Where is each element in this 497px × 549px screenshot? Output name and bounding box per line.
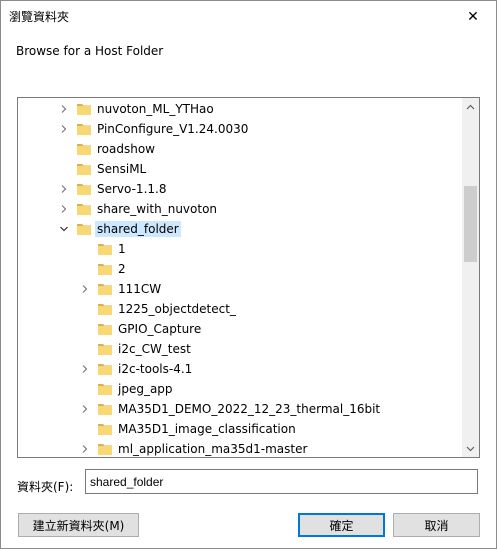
- expander-collapsed-icon[interactable]: [58, 103, 70, 115]
- folder-icon: [76, 101, 92, 117]
- new-folder-button-label: 建立新資料夾(M): [32, 518, 125, 533]
- folder-icon: [76, 201, 92, 217]
- tree-item-label: shared_folder: [95, 221, 181, 237]
- close-icon: ✕: [467, 8, 479, 25]
- folder-field-label: 資料夾(F):: [17, 480, 74, 494]
- folder-icon: [97, 281, 113, 297]
- tree-item-label: ml_application_ma35d1-master: [118, 442, 308, 456]
- tree-item[interactable]: 1225_objectdetect_: [18, 299, 461, 319]
- tree-item[interactable]: share_with_nuvoton: [18, 199, 461, 219]
- vertical-scrollbar[interactable]: [462, 98, 479, 457]
- dialog-prompt: Browse for a Host Folder: [16, 44, 164, 58]
- tree-item-label: Servo-1.1.8: [97, 182, 167, 196]
- tree-item-label: MA35D1_DEMO_2022_12_23_thermal_16bit: [118, 402, 381, 416]
- tree-item[interactable]: MA35D1_image_classification: [18, 419, 461, 439]
- tree-item[interactable]: jpeg_app: [18, 379, 461, 399]
- folder-icon: [97, 301, 113, 317]
- tree-item-label: i2c_CW_test: [118, 342, 191, 356]
- tree-item[interactable]: SensiML: [18, 159, 461, 179]
- tree-item-label: SensiML: [97, 162, 147, 176]
- folder-icon: [76, 221, 92, 237]
- tree-item-label: 111CW: [118, 282, 162, 296]
- tree-item[interactable]: i2c-tools-4.1: [18, 359, 461, 379]
- tree-item[interactable]: roadshow: [18, 139, 461, 159]
- window-title: 瀏覽資料夾: [9, 10, 70, 24]
- tree-item-label: 2: [118, 262, 126, 276]
- title-bar[interactable]: 瀏覽資料夾 ✕: [1, 1, 496, 32]
- tree-item[interactable]: ml_application_ma35d1-master: [18, 439, 461, 457]
- folder-name-input[interactable]: [85, 469, 478, 494]
- cancel-button-label: 取消: [424, 518, 449, 533]
- folder-icon: [97, 321, 113, 337]
- tree-item-label: GPIO_Capture: [118, 322, 202, 336]
- expander-collapsed-icon[interactable]: [58, 203, 70, 215]
- ok-button[interactable]: 確定: [298, 513, 385, 537]
- folder-icon: [97, 381, 113, 397]
- tree-item-label: 1225_objectdetect_: [118, 302, 236, 316]
- tree-item-label: MA35D1_image_classification: [118, 422, 296, 436]
- expander-collapsed-icon[interactable]: [79, 403, 91, 415]
- folder-icon: [76, 121, 92, 137]
- tree-item[interactable]: GPIO_Capture: [18, 319, 461, 339]
- scroll-up-arrow[interactable]: [462, 98, 479, 115]
- tree-item-label: nuvoton_ML_YTHao: [97, 102, 214, 116]
- tree-item-label: PinConfigure_V1.24.0030: [97, 122, 249, 136]
- chevron-down-icon: [466, 446, 475, 451]
- tree-item-label: jpeg_app: [118, 382, 173, 396]
- tree-item[interactable]: shared_folder: [18, 219, 461, 239]
- browse-folder-dialog: 瀏覽資料夾 ✕ Browse for a Host Folder nuvoton…: [0, 0, 497, 549]
- folder-icon: [97, 341, 113, 357]
- tree-item-label: roadshow: [97, 142, 155, 156]
- tree-item[interactable]: 111CW: [18, 279, 461, 299]
- expander-collapsed-icon[interactable]: [58, 183, 70, 195]
- expander-collapsed-icon[interactable]: [79, 443, 91, 455]
- tree-item[interactable]: 2: [18, 259, 461, 279]
- close-button[interactable]: ✕: [450, 1, 496, 32]
- tree-item-label: 1: [118, 242, 126, 256]
- tree-item-label: i2c-tools-4.1: [118, 362, 193, 376]
- scroll-down-arrow[interactable]: [462, 440, 479, 457]
- tree-item-label: share_with_nuvoton: [97, 202, 218, 216]
- folder-icon: [76, 181, 92, 197]
- ok-button-label: 確定: [329, 518, 354, 533]
- cancel-button[interactable]: 取消: [393, 513, 480, 537]
- folder-icon: [97, 441, 113, 457]
- expander-collapsed-icon[interactable]: [58, 123, 70, 135]
- folder-icon: [97, 261, 113, 277]
- chevron-up-icon: [466, 104, 475, 109]
- tree-item[interactable]: MA35D1_DEMO_2022_12_23_thermal_16bit: [18, 399, 461, 419]
- folder-icon: [76, 141, 92, 157]
- folder-tree[interactable]: nuvoton_ML_YTHao PinConfigure_V1.24.0030r…: [17, 97, 480, 458]
- folder-icon: [97, 241, 113, 257]
- expander-expanded-icon[interactable]: [58, 223, 70, 235]
- folder-icon: [97, 401, 113, 417]
- folder-icon: [97, 421, 113, 437]
- expander-collapsed-icon[interactable]: [79, 363, 91, 375]
- tree-item[interactable]: PinConfigure_V1.24.0030: [18, 119, 461, 139]
- expander-collapsed-icon[interactable]: [79, 283, 91, 295]
- tree-item[interactable]: Servo-1.1.8: [18, 179, 461, 199]
- tree-item[interactable]: i2c_CW_test: [18, 339, 461, 359]
- new-folder-button[interactable]: 建立新資料夾(M): [18, 513, 139, 537]
- tree-item[interactable]: 1: [18, 239, 461, 259]
- tree-item[interactable]: nuvoton_ML_YTHao: [18, 99, 461, 119]
- folder-icon: [76, 161, 92, 177]
- folder-tree-content: nuvoton_ML_YTHao PinConfigure_V1.24.0030r…: [18, 98, 461, 457]
- folder-icon: [97, 361, 113, 377]
- scroll-thumb[interactable]: [464, 186, 477, 262]
